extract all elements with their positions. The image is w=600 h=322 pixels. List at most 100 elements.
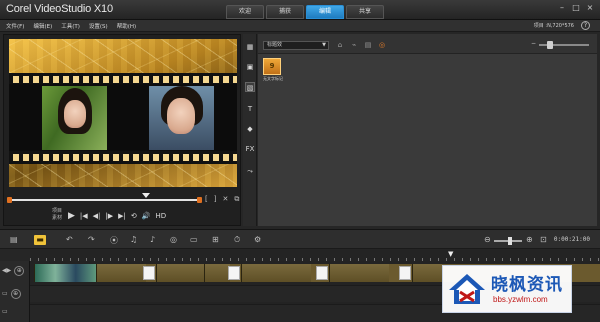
- redo-icon[interactable]: ↷: [88, 235, 95, 244]
- motion-tracking-icon[interactable]: ◎: [170, 235, 177, 244]
- overlay-track-header[interactable]: ▭ ⊕: [2, 289, 21, 299]
- title-track-header[interactable]: ▭: [2, 308, 8, 315]
- watermark-url: bbs.yzwlm.com: [493, 295, 548, 304]
- volume-icon[interactable]: 🔊: [142, 212, 151, 220]
- zoom-slider[interactable]: [494, 237, 522, 245]
- menu-help[interactable]: 帮助(H): [117, 22, 136, 30]
- film-photo-right: [149, 86, 214, 150]
- transition-clip[interactable]: [143, 266, 155, 280]
- preview-window[interactable]: [9, 39, 237, 187]
- video-clip[interactable]: [156, 264, 204, 282]
- thumbnail-size-slider[interactable]: −: [531, 40, 589, 49]
- video-clip[interactable]: [329, 264, 389, 282]
- scrub-tools: [ ] ✕ ⧉: [205, 195, 245, 204]
- sound-mixer-icon[interactable]: ♫: [130, 235, 137, 244]
- mark-in-icon[interactable]: [: [205, 195, 208, 204]
- transition-icon[interactable]: ▧: [245, 82, 255, 92]
- tab-share[interactable]: 共享: [346, 5, 384, 19]
- video-clip[interactable]: [96, 264, 146, 282]
- trim-end-marker[interactable]: [197, 197, 202, 203]
- timeline-view-icon[interactable]: ▬: [34, 235, 46, 245]
- scrub-track[interactable]: [9, 199, 199, 201]
- record-capture-icon[interactable]: ⦿: [110, 235, 118, 246]
- time-remapping-icon[interactable]: ⏱: [234, 235, 240, 245]
- subtitle-editor-icon[interactable]: ▭: [190, 235, 198, 244]
- transition-clip[interactable]: [228, 266, 240, 280]
- enlarge-preview-icon[interactable]: ⧉: [234, 195, 239, 204]
- storyboard-view-icon[interactable]: ▤: [10, 235, 18, 244]
- track-headers: ◀▶ ⊕ ▭ ⊕ ▭: [0, 261, 30, 322]
- split-icon[interactable]: ✕: [222, 195, 228, 204]
- tab-edit[interactable]: 编辑: [306, 5, 344, 19]
- site-watermark: 晓枫资讯 bbs.yzwlm.com: [442, 265, 572, 313]
- mark-out-icon[interactable]: ]: [214, 195, 217, 204]
- gallery-dropdown[interactable]: 标题效 ▼: [263, 41, 329, 50]
- video-clip[interactable]: [241, 264, 311, 282]
- app-title: Corel VideoStudio X10: [6, 3, 113, 15]
- timeline-ruler[interactable]: ▼: [30, 249, 600, 261]
- maximize-button[interactable]: □: [570, 3, 582, 14]
- zoom-in-icon[interactable]: ⊕: [526, 235, 533, 244]
- play-icon[interactable]: ▶: [68, 211, 75, 221]
- player-panel: [ ] ✕ ⧉ 项目 素材 ▶ |◀ ◀| |▶ ▶| ⟲ 🔊 HD: [3, 34, 241, 226]
- end-icon[interactable]: ▶|: [118, 212, 126, 220]
- video-clip[interactable]: [412, 264, 442, 282]
- zoom-out-icon[interactable]: ⊖: [484, 235, 491, 244]
- instant-project-icon[interactable]: ▣: [245, 62, 255, 72]
- overlay-add-icon[interactable]: ⊕: [10, 289, 21, 299]
- menu-tools[interactable]: 工具(T): [61, 22, 80, 30]
- title-bar: Corel VideoStudio X10 欢迎 捕获 编辑 共享 – □ ×: [0, 0, 600, 20]
- close-button[interactable]: ×: [584, 3, 596, 14]
- video-track-header[interactable]: ◀▶ ⊕: [2, 266, 25, 276]
- scrubber[interactable]: [ ] ✕ ⧉: [7, 193, 239, 204]
- title-track-icon: ▭: [2, 308, 8, 315]
- transition-clip[interactable]: [316, 266, 328, 280]
- size-slider-knob[interactable]: [547, 41, 553, 49]
- add-folder-icon[interactable]: ⌂: [335, 40, 345, 50]
- motion-path-icon[interactable]: ⤳: [245, 166, 255, 176]
- timecode-display[interactable]: 0:00:21:00: [554, 236, 590, 243]
- library-thumbnail[interactable]: 9 无文字标记: [263, 58, 283, 84]
- home-icon[interactable]: |◀: [80, 212, 88, 220]
- add-track-icon[interactable]: ⊕: [14, 266, 25, 276]
- menu-file[interactable]: 文件(F): [6, 22, 24, 30]
- graphics-icon[interactable]: ◆: [245, 124, 255, 134]
- chevron-down-icon: ▼: [322, 42, 326, 48]
- import-icon[interactable]: ⌁: [349, 40, 359, 50]
- tab-capture[interactable]: 捕获: [266, 5, 304, 19]
- menu-edit[interactable]: 编辑(E): [33, 22, 52, 30]
- trim-start-marker[interactable]: [7, 197, 12, 203]
- zoom-slider-knob[interactable]: [508, 237, 512, 245]
- mask-creator-icon[interactable]: ⚙: [254, 235, 261, 244]
- filter-icon[interactable]: FX: [245, 144, 255, 154]
- project-info: 项目 :N,720*576: [533, 23, 574, 29]
- size-min-label: −: [531, 40, 537, 47]
- prev-frame-icon[interactable]: ◀|: [93, 212, 101, 220]
- help-icon[interactable]: ?: [581, 21, 590, 30]
- scrub-handle[interactable]: [142, 193, 150, 198]
- undo-icon[interactable]: ↶: [66, 235, 73, 244]
- next-frame-icon[interactable]: |▶: [105, 212, 113, 220]
- multi-camera-icon[interactable]: ⊞: [212, 235, 219, 244]
- playhead-marker[interactable]: ▼: [448, 250, 453, 258]
- fit-project-icon[interactable]: ⊡: [540, 235, 547, 244]
- house-logo-icon: [449, 274, 485, 304]
- minimize-button[interactable]: –: [556, 3, 568, 14]
- sort-icon[interactable]: ▤: [363, 40, 373, 50]
- clip-mode-label[interactable]: 素材: [52, 215, 62, 222]
- browse-icon[interactable]: ◎: [377, 40, 387, 50]
- video-clip[interactable]: [204, 264, 230, 282]
- library-toolbar: 标题效 ▼ ⌂ ⌁ ▤ ◎ −: [258, 34, 597, 54]
- video-clip[interactable]: [34, 264, 96, 282]
- title-icon[interactable]: T: [245, 104, 255, 114]
- watermark-title: 晓枫资讯: [491, 275, 563, 295]
- project-mode-label[interactable]: 项目: [52, 208, 62, 215]
- auto-music-icon[interactable]: ♪: [150, 235, 155, 244]
- film-strip-bottom: [9, 151, 237, 164]
- menu-settings[interactable]: 设置(S): [89, 22, 108, 30]
- hd-icon[interactable]: HD: [156, 212, 167, 220]
- media-icon[interactable]: ▦: [245, 42, 255, 52]
- repeat-icon[interactable]: ⟲: [131, 212, 137, 220]
- tab-welcome[interactable]: 欢迎: [226, 5, 264, 19]
- transition-clip[interactable]: [399, 266, 411, 280]
